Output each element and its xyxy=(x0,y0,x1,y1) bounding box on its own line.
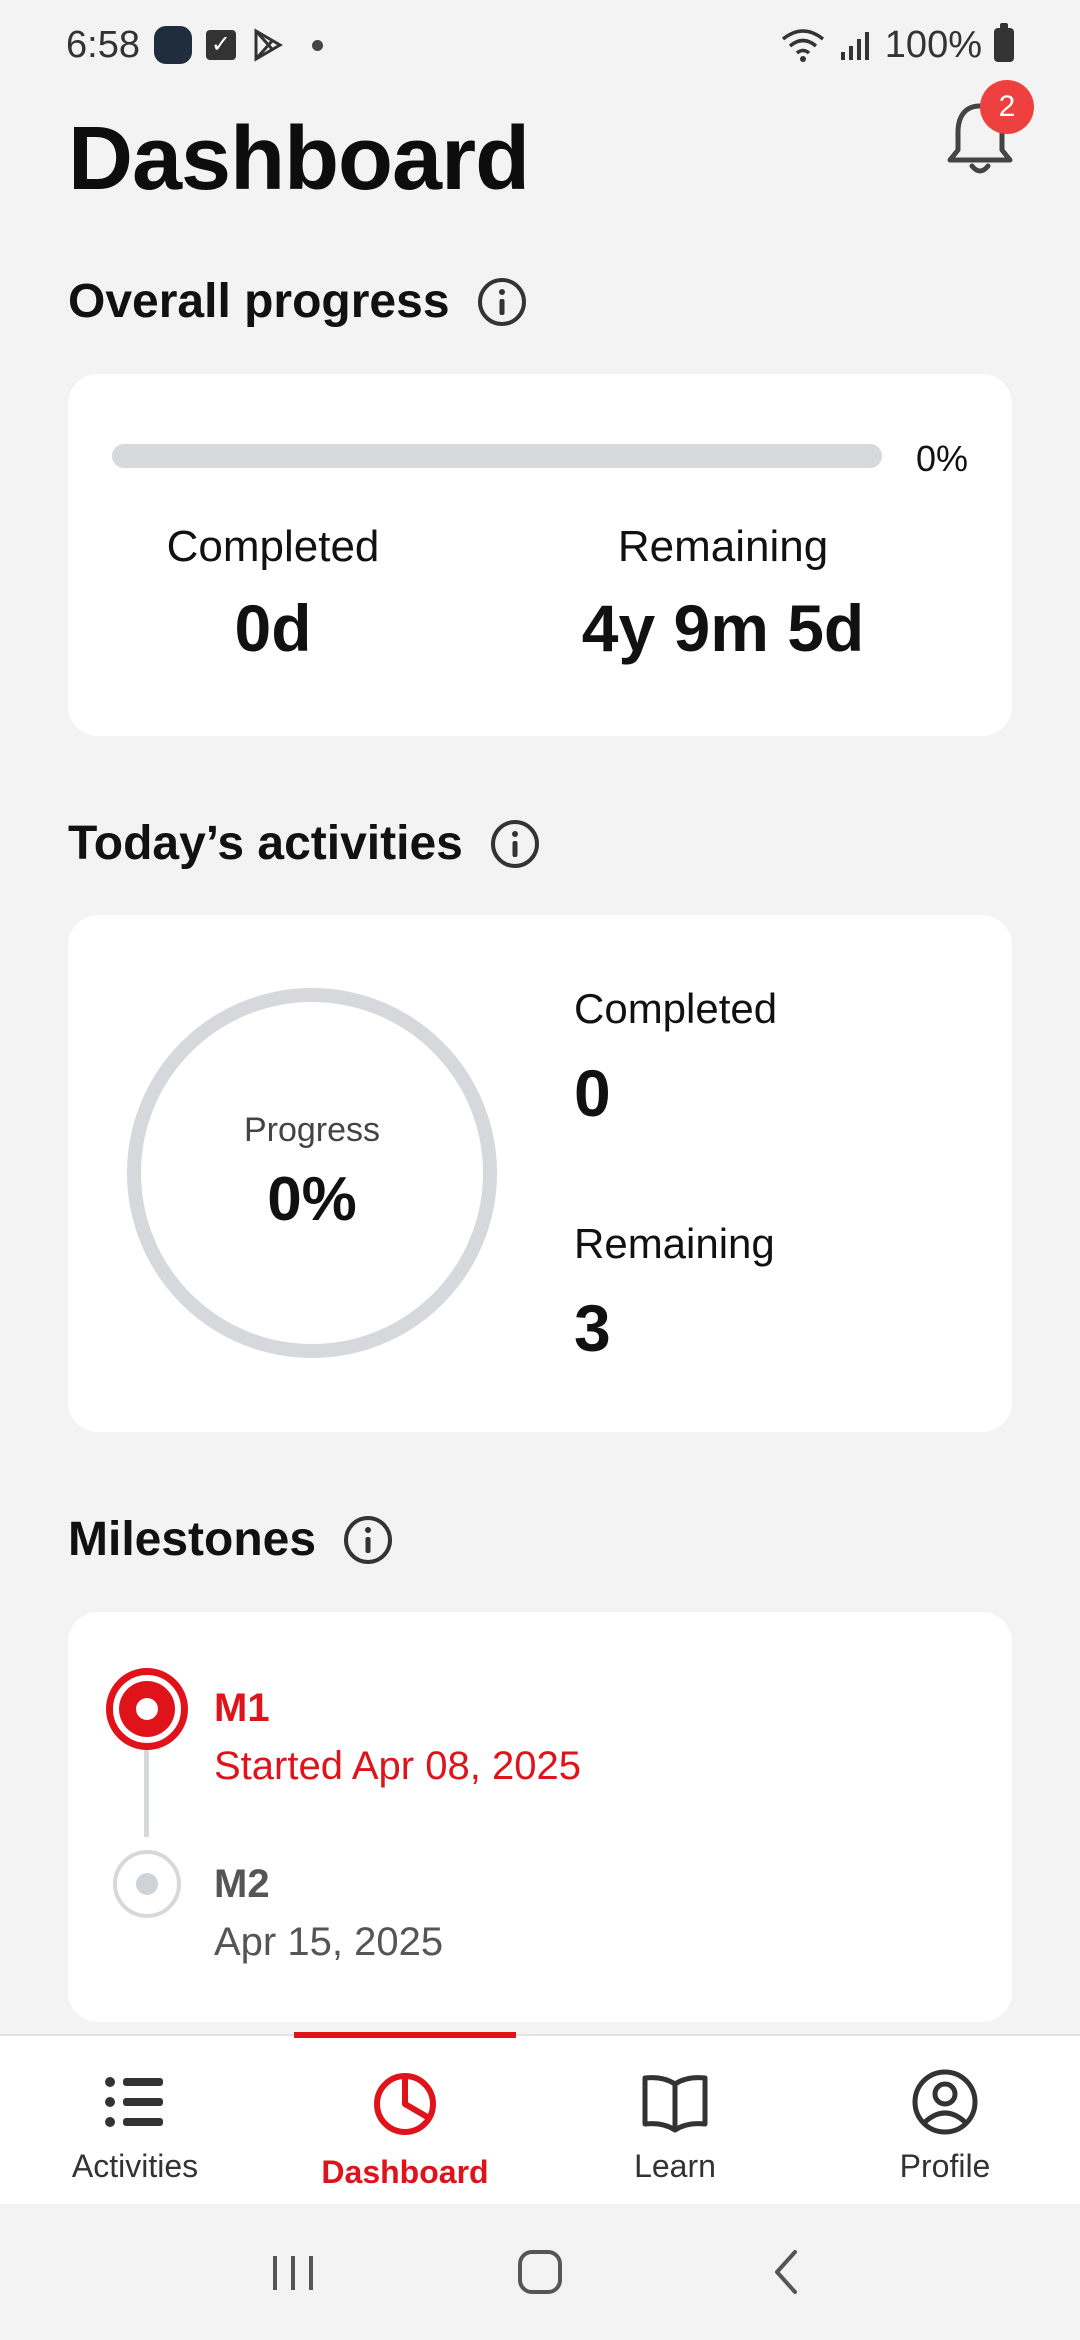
status-bar: 6:58 ✓ 100% xyxy=(0,0,1080,90)
section-title: Overall progress xyxy=(68,275,450,328)
overall-progress-percent: 0% xyxy=(916,438,969,479)
todays-activities-heading: Today’s activities xyxy=(68,816,541,871)
completed-value: 0d xyxy=(234,591,312,665)
bottom-navigation: Activities Dashboard Learn Profile xyxy=(0,2032,1080,2204)
nav-item-learn[interactable]: Learn xyxy=(540,2036,810,2204)
milestone-active-marker-icon xyxy=(106,1668,188,1750)
remaining-label: Remaining xyxy=(617,522,829,571)
book-icon xyxy=(642,2075,708,2133)
ring-value: 0% xyxy=(267,1165,357,1234)
app-notification-icon xyxy=(153,26,192,64)
home-icon[interactable] xyxy=(510,2242,570,2302)
milestone-name[interactable]: M1 xyxy=(214,1686,270,1731)
todays-activities-card: Progress 0% Completed 0 Remaining 3 xyxy=(68,915,1012,1432)
ring-label: Progress xyxy=(243,1111,381,1149)
remaining-stat: Remaining 4y 9m 5d xyxy=(558,522,888,666)
activities-completed-stat: Completed 0 xyxy=(574,985,777,1131)
info-icon[interactable] xyxy=(342,1514,394,1566)
signal-icon xyxy=(840,32,869,60)
pie-chart-icon xyxy=(374,2073,436,2135)
back-icon[interactable] xyxy=(757,2242,817,2302)
progress-ring-text: Progress 0% xyxy=(124,985,500,1361)
status-left: 6:58 ✓ xyxy=(66,24,323,67)
nav-item-dashboard[interactable]: Dashboard xyxy=(270,2032,540,2204)
milestone-connector xyxy=(144,1745,149,1837)
milestones-heading: Milestones xyxy=(68,1512,394,1567)
remaining-value: 4y 9m 5d xyxy=(581,591,865,665)
overall-progress-card: 0% Completed 0d Remaining 4y 9m 5d xyxy=(68,374,1012,736)
overall-progress-heading: Overall progress xyxy=(68,274,528,329)
remaining-label: Remaining xyxy=(574,1220,775,1267)
info-icon[interactable] xyxy=(489,818,541,870)
overall-progress-bar xyxy=(112,444,882,468)
battery-icon xyxy=(994,23,1014,62)
wifi-icon xyxy=(781,29,824,62)
completed-value: 0 xyxy=(574,1056,611,1130)
battery-percent: 100% xyxy=(884,23,982,66)
more-notifications-dot-icon xyxy=(311,39,323,51)
completed-label: Completed xyxy=(574,985,778,1032)
status-right: 100% xyxy=(779,23,1014,67)
completed-label: Completed xyxy=(166,522,380,571)
milestone-date: Apr 15, 2025 xyxy=(214,1920,444,1964)
play-store-icon xyxy=(254,28,283,62)
user-circle-icon xyxy=(912,2069,978,2135)
milestone-name[interactable]: M2 xyxy=(214,1862,270,1907)
milestone-date: Started Apr 08, 2025 xyxy=(214,1744,581,1788)
remaining-value: 3 xyxy=(574,1291,611,1365)
progress-ring: Progress 0% xyxy=(124,985,500,1361)
recent-apps-icon[interactable] xyxy=(263,2242,323,2302)
milestones-card xyxy=(68,1612,1012,2022)
info-icon[interactable] xyxy=(476,276,528,328)
section-title: Today’s activities xyxy=(68,817,463,870)
nav-label: Profile xyxy=(899,2148,991,2184)
notification-badge: 2 xyxy=(980,80,1034,134)
active-tab-indicator xyxy=(294,2032,516,2038)
nav-label: Dashboard xyxy=(321,2154,489,2190)
checkbox-notification-icon: ✓ xyxy=(205,30,236,60)
status-time: 6:58 xyxy=(66,23,140,66)
section-title: Milestones xyxy=(68,1513,317,1566)
nav-item-activities[interactable]: Activities xyxy=(0,2036,270,2204)
milestone-pending-marker-icon xyxy=(113,1850,181,1918)
nav-item-profile[interactable]: Profile xyxy=(810,2036,1080,2204)
activities-remaining-stat: Remaining 3 xyxy=(574,1220,775,1366)
list-icon xyxy=(105,2077,163,2127)
completed-stat: Completed 0d xyxy=(148,522,398,666)
nav-label: Activities xyxy=(71,2148,199,2184)
nav-label: Learn xyxy=(634,2148,716,2184)
page-title: Dashboard xyxy=(68,109,530,209)
system-navigation-bar xyxy=(0,2204,1080,2340)
